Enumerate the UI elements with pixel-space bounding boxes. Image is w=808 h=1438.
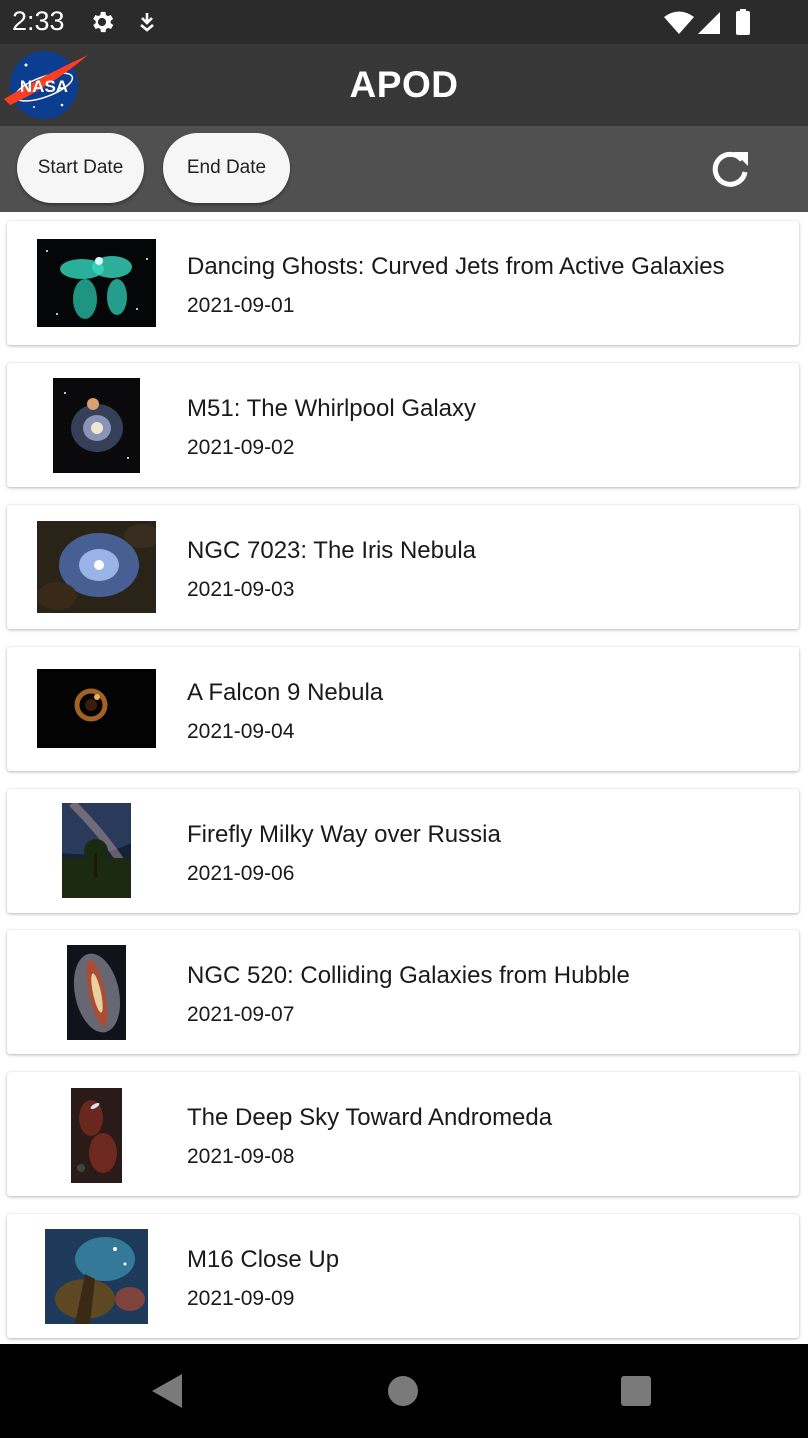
status-right-icons (664, 9, 756, 40)
list-item[interactable]: Firefly Milky Way over Russia 2021-09-06 (7, 789, 799, 913)
back-icon[interactable] (152, 1374, 182, 1413)
refresh-icon[interactable] (706, 146, 754, 194)
list-item[interactable]: NGC 520: Colliding Galaxies from Hubble … (7, 930, 799, 1054)
download-icon (136, 10, 158, 39)
thumbnail-image (37, 669, 156, 748)
list-item[interactable]: The Deep Sky Toward Andromeda 2021-09-08 (7, 1072, 799, 1196)
status-time: 2:33 (12, 6, 65, 36)
item-title: M51: The Whirlpool Galaxy (187, 395, 477, 422)
item-title: The Deep Sky Toward Andromeda (187, 1104, 553, 1131)
item-date: 2021-09-03 (187, 578, 295, 601)
thumbnail-image (53, 378, 140, 473)
item-date: 2021-09-07 (187, 1003, 295, 1026)
gear-icon (88, 8, 116, 41)
thumbnail-image (45, 1229, 148, 1324)
list-item[interactable]: NGC 7023: The Iris Nebula 2021-09-03 (7, 505, 799, 629)
list-item[interactable]: M51: The Whirlpool Galaxy 2021-09-02 (7, 363, 799, 487)
system-nav-bar (0, 1344, 808, 1438)
item-title: NGC 7023: The Iris Nebula (187, 537, 477, 564)
start-date-button[interactable]: Start Date (17, 133, 144, 203)
item-title: Dancing Ghosts: Curved Jets from Active … (187, 253, 725, 280)
apod-list: Dancing Ghosts: Curved Jets from Active … (0, 212, 808, 1344)
list-item[interactable]: Dancing Ghosts: Curved Jets from Active … (7, 221, 799, 345)
list-item[interactable]: M16 Close Up 2021-09-09 (7, 1214, 799, 1338)
item-title: A Falcon 9 Nebula (187, 679, 384, 706)
item-date: 2021-09-02 (187, 436, 295, 459)
home-icon[interactable] (388, 1376, 418, 1406)
thumbnail-image (62, 803, 131, 898)
item-date: 2021-09-01 (187, 294, 295, 317)
end-date-button[interactable]: End Date (163, 133, 290, 203)
item-title: M16 Close Up (187, 1246, 340, 1273)
item-date: 2021-09-08 (187, 1145, 295, 1168)
thumbnail-image (37, 521, 156, 613)
item-date: 2021-09-09 (187, 1287, 295, 1310)
item-date: 2021-09-06 (187, 862, 295, 885)
thumbnail-image (71, 1088, 122, 1183)
battery-icon (736, 11, 750, 35)
app-bar: NASA APOD (0, 44, 808, 126)
thumbnail-image (67, 945, 126, 1040)
item-date: 2021-09-04 (187, 720, 295, 743)
item-title: NGC 520: Colliding Galaxies from Hubble (187, 962, 630, 989)
wifi-icon (664, 11, 694, 34)
status-bar: 2:33 (0, 0, 808, 44)
list-item[interactable]: A Falcon 9 Nebula 2021-09-04 (7, 647, 799, 771)
recents-icon[interactable] (621, 1376, 651, 1406)
page-title: APOD (349, 64, 459, 105)
signal-icon (698, 12, 720, 34)
thumbnail-image (37, 239, 156, 327)
item-title: Firefly Milky Way over Russia (187, 821, 501, 848)
date-toolbar: Start Date End Date (0, 126, 808, 212)
